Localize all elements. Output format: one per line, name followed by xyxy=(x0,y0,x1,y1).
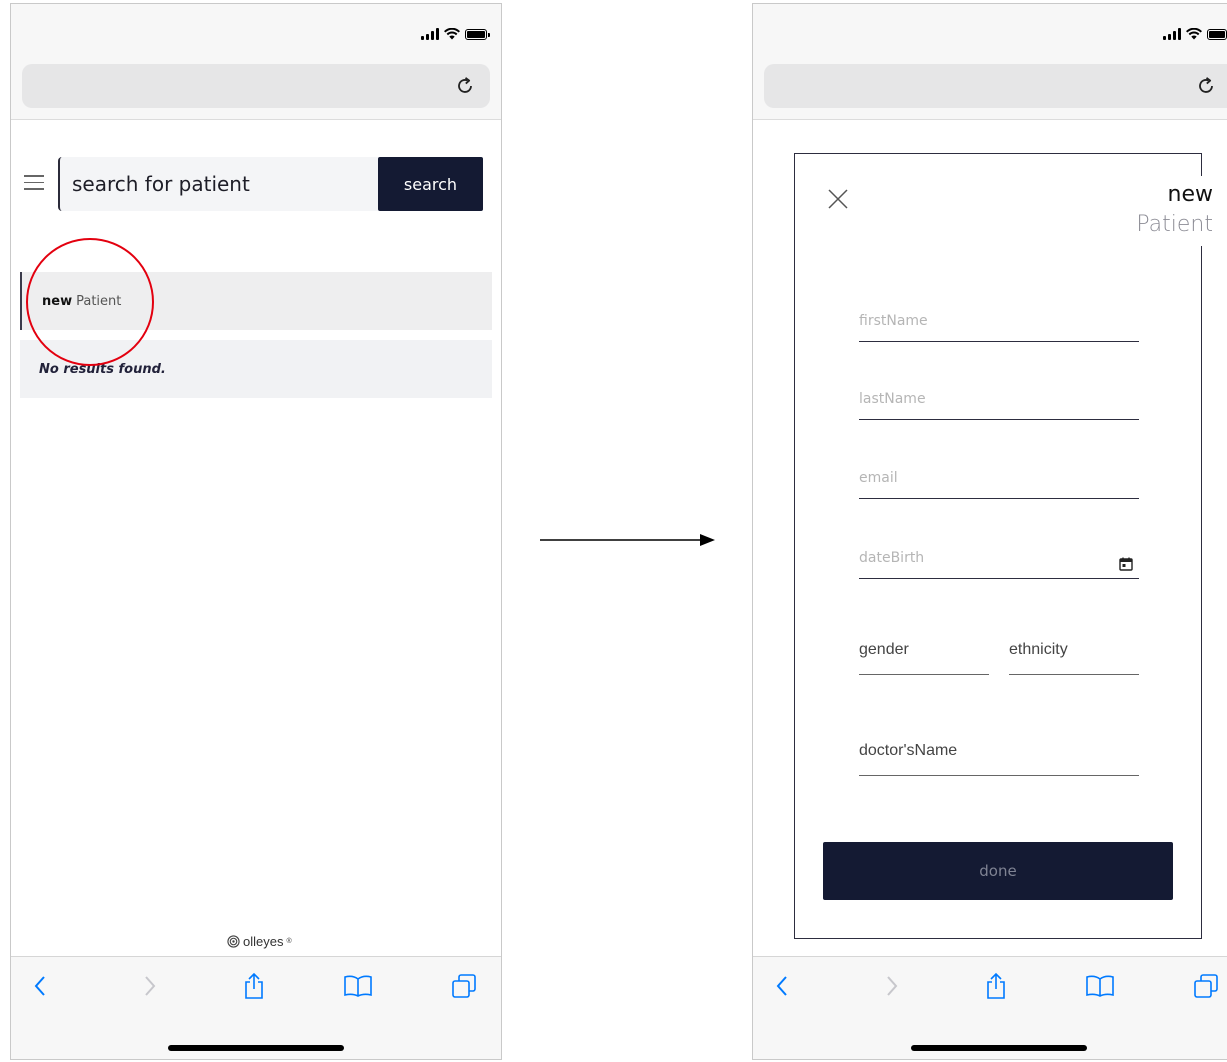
search-button[interactable]: search xyxy=(378,157,483,211)
brand-name: olleyes xyxy=(243,934,284,949)
modal-title-patient: Patient xyxy=(1136,212,1213,237)
modal-title-new: new xyxy=(1167,182,1213,207)
no-results-text: No results found. xyxy=(39,361,166,377)
url-bar[interactable] xyxy=(22,64,490,108)
tabs-button[interactable] xyxy=(449,971,479,1001)
new-patient-modal: new Patient gender ethnicity doctor'sNam… xyxy=(794,153,1213,939)
tabs-button[interactable] xyxy=(1191,971,1221,1001)
status-icons xyxy=(421,28,490,40)
share-button[interactable] xyxy=(239,971,269,1001)
brand-mark: ® xyxy=(286,938,292,945)
status-icons xyxy=(1163,28,1227,40)
battery-icon xyxy=(1207,29,1227,40)
no-results-message: No results found. xyxy=(20,340,492,398)
doctor-name-select[interactable]: doctor'sName xyxy=(859,738,1139,776)
email-input[interactable] xyxy=(859,465,1139,499)
status-bar xyxy=(753,4,1227,62)
forward-button[interactable] xyxy=(135,971,165,1001)
share-icon xyxy=(245,972,263,999)
transition-arrow xyxy=(540,534,715,546)
phone-screen-search: search new Patient No results found. oll… xyxy=(10,3,502,1060)
bookmarks-button[interactable] xyxy=(1085,971,1115,1001)
tabs-icon xyxy=(1194,974,1218,998)
new-patient-label: Patient xyxy=(76,293,122,309)
share-button[interactable] xyxy=(981,971,1011,1001)
back-icon xyxy=(34,976,45,996)
calendar-icon[interactable] xyxy=(1119,557,1133,571)
patient-search-input[interactable] xyxy=(58,157,378,211)
page-content: new Patient gender ethnicity doctor'sNam… xyxy=(753,121,1227,956)
bookmarks-icon xyxy=(1086,975,1114,997)
home-indicator[interactable] xyxy=(911,1045,1087,1051)
wifi-icon xyxy=(444,28,460,40)
share-icon xyxy=(987,972,1005,999)
last-name-input[interactable] xyxy=(859,386,1139,420)
forward-icon xyxy=(145,976,156,996)
browser-url-area xyxy=(11,62,501,120)
page-content: search new Patient No results found. oll… xyxy=(11,121,501,956)
bookmarks-icon xyxy=(344,975,372,997)
back-button[interactable] xyxy=(767,971,797,1001)
forward-button[interactable] xyxy=(877,971,907,1001)
status-bar xyxy=(11,4,501,62)
battery-icon xyxy=(465,29,490,40)
phone-screen-new-patient: new Patient gender ethnicity doctor'sNam… xyxy=(752,3,1227,1060)
signal-icon xyxy=(421,28,439,40)
reload-icon[interactable] xyxy=(1195,75,1217,97)
hamburger-menu-icon[interactable] xyxy=(24,175,44,191)
url-bar[interactable] xyxy=(764,64,1227,108)
wifi-icon xyxy=(1186,28,1202,40)
done-button[interactable]: done xyxy=(823,842,1173,900)
brand-logo: olleyes ® xyxy=(227,934,292,949)
forward-icon xyxy=(887,976,898,996)
home-indicator[interactable] xyxy=(168,1045,344,1051)
modal-title: new Patient xyxy=(1126,176,1213,246)
browser-url-area xyxy=(753,62,1227,120)
signal-icon xyxy=(1163,28,1181,40)
browser-toolbar xyxy=(753,956,1227,1059)
olleyes-logo-icon xyxy=(227,935,240,948)
bookmarks-button[interactable] xyxy=(343,971,373,1001)
close-icon[interactable] xyxy=(827,188,849,210)
gender-select[interactable]: gender xyxy=(859,637,989,675)
new-patient-bold-label: new xyxy=(42,293,73,309)
back-icon xyxy=(776,976,787,996)
back-button[interactable] xyxy=(25,971,55,1001)
date-birth-input[interactable] xyxy=(859,545,1139,579)
ethnicity-select[interactable]: ethnicity xyxy=(1009,637,1139,675)
browser-toolbar xyxy=(11,956,501,1059)
tabs-icon xyxy=(452,974,476,998)
first-name-input[interactable] xyxy=(859,308,1139,342)
new-patient-item[interactable]: new Patient xyxy=(20,272,492,330)
reload-icon[interactable] xyxy=(454,75,476,97)
